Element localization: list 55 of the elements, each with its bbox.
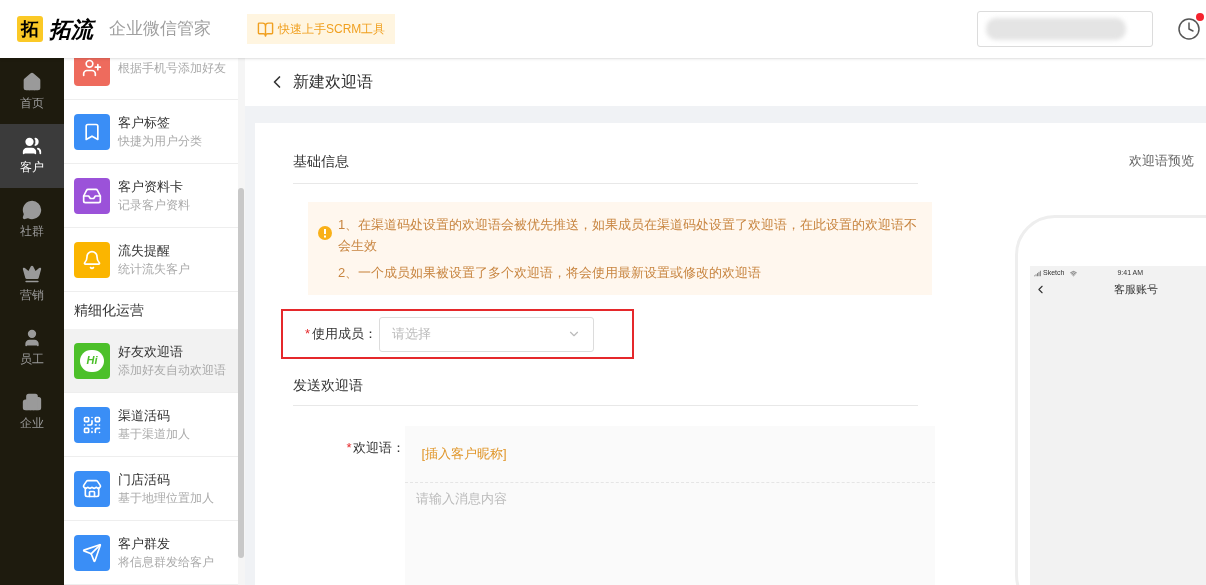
product-name: 企业微信管家 xyxy=(109,18,211,41)
nav-icon xyxy=(22,72,42,92)
logo-mark: 拓 xyxy=(17,16,43,42)
required-mark: * xyxy=(305,325,311,344)
menu-item-title: 流失提醒 xyxy=(118,241,171,260)
scrollbar-thumb[interactable] xyxy=(238,188,244,558)
nav-item[interactable]: 首页 xyxy=(0,60,64,124)
menu-item[interactable]: 门店活码 基于地理位置加人 xyxy=(64,457,238,521)
menu-item-title: 客户资料卡 xyxy=(118,177,184,196)
menu-item-subtitle: 统计流失客户 xyxy=(118,260,190,278)
nav-item[interactable]: 企业 xyxy=(0,380,64,444)
history-icon[interactable] xyxy=(1177,17,1201,41)
notice-text: 1、在渠道码处设置的欢迎语会被优先推送，如果成员在渠道码处设置了欢迎语，在此设置的欢迎语不会生效 xyxy=(338,216,919,255)
field-label: 欢迎语： xyxy=(353,439,406,457)
menu-item[interactable]: 客户资料卡 记录客户资料 xyxy=(64,164,238,228)
menu-item[interactable]: 客户标签 快捷为用户分类 xyxy=(64,100,238,164)
nav-icon xyxy=(22,328,42,348)
preview-title: 欢迎语预览 xyxy=(1129,152,1194,170)
menu-item[interactable]: 渠道活码 基于渠道加人 xyxy=(64,393,238,457)
menu-item-title: 客户群发 xyxy=(118,534,171,553)
wifi-icon xyxy=(1070,270,1078,277)
menu-item[interactable]: 客户群发 将信息群发给客户 xyxy=(64,521,238,585)
menu-item-title: 渠道活码 xyxy=(118,406,171,425)
required-mark: * xyxy=(346,439,352,457)
menu-item-subtitle: 基于地理位置加人 xyxy=(118,489,214,507)
page-title: 新建欢迎语 xyxy=(293,72,373,92)
menu-item-subtitle: 基于渠道加人 xyxy=(118,425,190,443)
nav-item[interactable]: 社群 xyxy=(0,188,64,252)
book-icon xyxy=(257,20,274,38)
field-label: 使用成员： xyxy=(312,325,378,344)
chat-title: 客服账号 xyxy=(1114,282,1158,298)
menu-item[interactable]: 流失提醒 统计流失客户 xyxy=(64,228,238,292)
nav-icon xyxy=(22,392,42,412)
menu-item-subtitle: 添加好友自动欢迎语 xyxy=(118,361,226,379)
nav-icon xyxy=(22,200,42,220)
nav-icon xyxy=(22,264,42,284)
signal-icon xyxy=(1034,270,1041,277)
menu-item-title: 门店活码 xyxy=(118,470,171,489)
nav-item[interactable]: 客户 xyxy=(0,124,64,188)
notice-text: 2、一个成员如果被设置了多个欢迎语，将会使用最新设置或修改的欢迎语 xyxy=(338,264,763,282)
section-title: 发送欢迎语 xyxy=(293,377,363,393)
section-title: 基础信息 xyxy=(293,153,349,169)
menu-item[interactable]: Hi 好友欢迎语 添加好友自动欢迎语 xyxy=(64,329,238,393)
nav-item[interactable]: 营销 xyxy=(0,252,64,316)
nav-icon xyxy=(22,136,42,156)
warning-icon xyxy=(318,226,332,240)
menu-group-title: 精细化运营 xyxy=(74,301,144,320)
menu-item-subtitle: 根据手机号添加好友 xyxy=(118,59,226,77)
menu-item-title: 客户标签 xyxy=(118,113,171,132)
menu-item-title: 好友欢迎语 xyxy=(118,342,184,361)
menu-item-subtitle: 将信息群发给客户 xyxy=(118,553,214,571)
menu-item-icon: Hi xyxy=(74,342,110,379)
menu-item-subtitle: 记录客户资料 xyxy=(118,196,190,214)
menu-item-subtitle: 快捷为用户分类 xyxy=(118,132,202,150)
nav-item[interactable]: 员工 xyxy=(0,316,64,380)
